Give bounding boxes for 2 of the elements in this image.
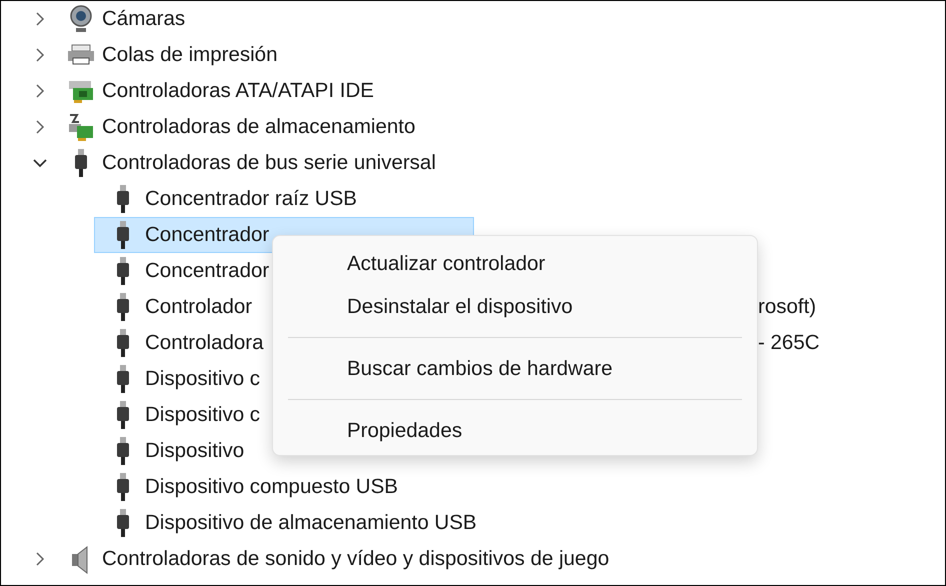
- tree-item-text: - 265C: [758, 331, 821, 355]
- tree-item-text: rosoft): [758, 295, 818, 319]
